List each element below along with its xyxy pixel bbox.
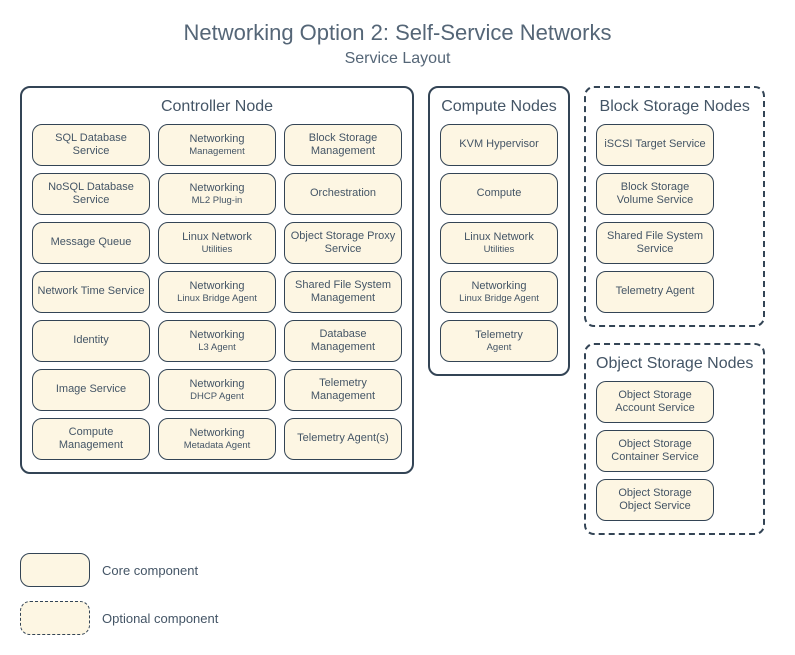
component-box: Message Queue — [32, 222, 150, 264]
component-box: Compute — [440, 173, 558, 215]
legend-optional-label: Optional component — [102, 611, 218, 626]
block-storage-title: Block Storage Nodes — [596, 98, 753, 116]
legend-core-icon — [20, 553, 90, 587]
component-box: TelemetryAgent — [440, 320, 558, 362]
controller-node-panel: Controller Node SQL Database Service NoS… — [20, 86, 414, 474]
legend-optional-icon — [20, 601, 90, 635]
component-box: Database Management — [284, 320, 402, 362]
component-box: NetworkingL3 Agent — [158, 320, 276, 362]
component-box: Telemetry Management — [284, 369, 402, 411]
component-box: Object Storage Proxy Service — [284, 222, 402, 264]
controller-node-title: Controller Node — [32, 98, 402, 116]
component-box: Telemetry Agent — [596, 271, 714, 313]
component-box: NetworkingLinux Bridge Agent — [440, 271, 558, 313]
compute-nodes-panel: Compute Nodes KVM Hypervisor Compute Lin… — [428, 86, 570, 376]
object-storage-title: Object Storage Nodes — [596, 355, 753, 373]
component-box: Linux NetworkUtilities — [440, 222, 558, 264]
component-box: Telemetry Agent(s) — [284, 418, 402, 460]
component-box: Network Time Service — [32, 271, 150, 313]
component-box: Identity — [32, 320, 150, 362]
component-box: Object Storage Object Service — [596, 479, 714, 521]
component-box: Image Service — [32, 369, 150, 411]
legend-optional: Optional component — [20, 601, 775, 635]
legend-core: Core component — [20, 553, 775, 587]
component-box: Compute Management — [32, 418, 150, 460]
controller-col-1: SQL Database Service NoSQL Database Serv… — [32, 124, 150, 460]
object-storage-panel: Object Storage Nodes Object Storage Acco… — [584, 343, 765, 535]
compute-nodes-title: Compute Nodes — [440, 98, 558, 116]
component-box: Shared File System Service — [596, 222, 714, 264]
component-box: Orchestration — [284, 173, 402, 215]
legend: Core component Optional component — [20, 553, 775, 635]
component-box: NetworkingDHCP Agent — [158, 369, 276, 411]
diagram-layout: Controller Node SQL Database Service NoS… — [20, 86, 775, 535]
diagram-subtitle: Service Layout — [20, 50, 775, 68]
block-storage-panel: Block Storage Nodes iSCSI Target Service… — [584, 86, 765, 327]
component-box: Object Storage Container Service — [596, 430, 714, 472]
component-box: NetworkingML2 Plug-in — [158, 173, 276, 215]
component-box: iSCSI Target Service — [596, 124, 714, 166]
component-box: Block Storage Volume Service — [596, 173, 714, 215]
component-box: SQL Database Service — [32, 124, 150, 166]
component-box: NetworkingMetadata Agent — [158, 418, 276, 460]
component-box: Object Storage Account Service — [596, 381, 714, 423]
component-box: KVM Hypervisor — [440, 124, 558, 166]
controller-col-2: NetworkingManagement NetworkingML2 Plug-… — [158, 124, 276, 460]
legend-core-label: Core component — [102, 563, 198, 578]
component-box: Linux NetworkUtilities — [158, 222, 276, 264]
diagram-title: Networking Option 2: Self-Service Networ… — [20, 20, 775, 46]
component-box: NetworkingManagement — [158, 124, 276, 166]
component-box: NetworkingLinux Bridge Agent — [158, 271, 276, 313]
controller-col-3: Block Storage Management Orchestration O… — [284, 124, 402, 460]
component-box: Block Storage Management — [284, 124, 402, 166]
component-box: NoSQL Database Service — [32, 173, 150, 215]
component-box: Shared File System Management — [284, 271, 402, 313]
